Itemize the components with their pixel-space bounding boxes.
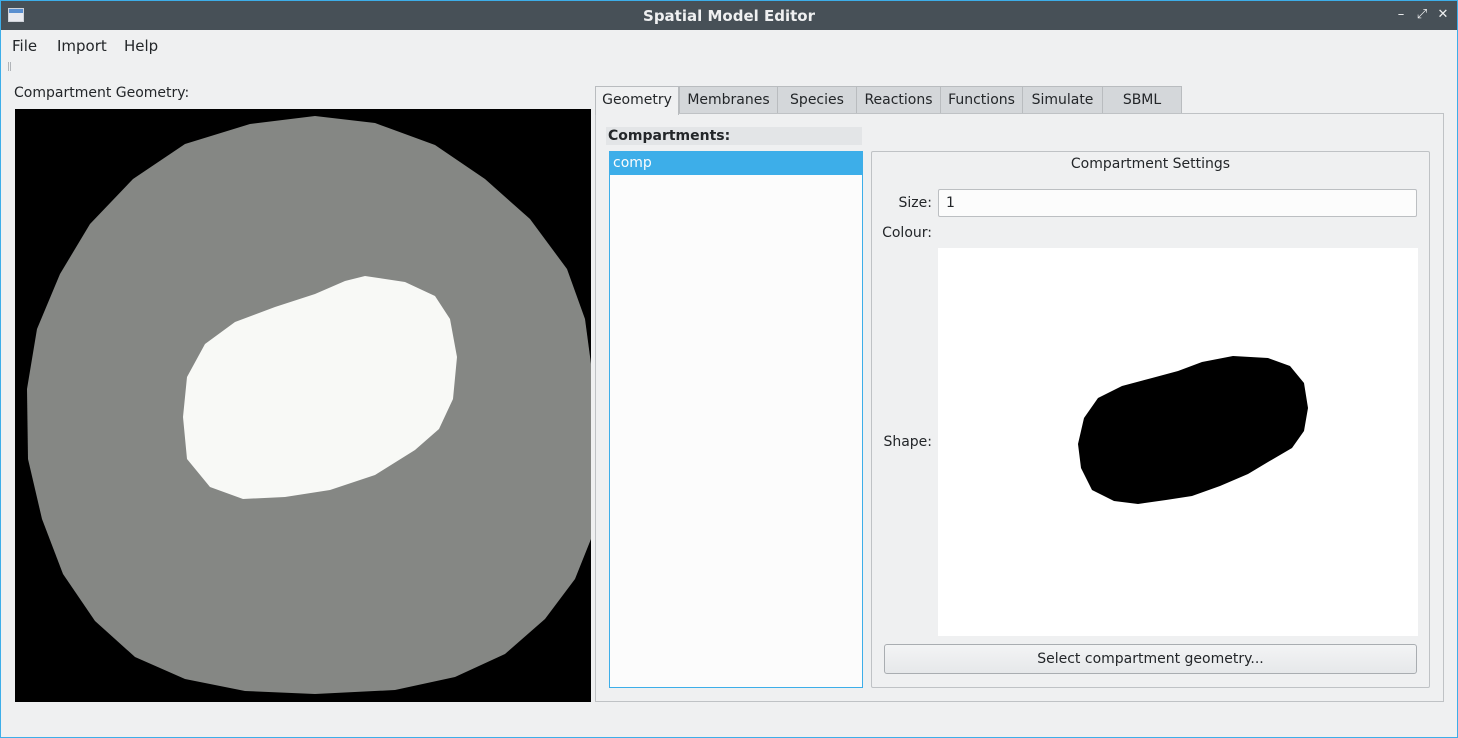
colour-swatch[interactable]	[938, 225, 1418, 245]
minimize-icon[interactable]: –	[1393, 6, 1409, 24]
compartments-header: Compartments:	[606, 127, 862, 145]
menu-help[interactable]: Help	[124, 37, 158, 55]
window-title: Spatial Model Editor	[643, 7, 815, 25]
list-item-comp[interactable]: comp	[610, 152, 862, 175]
tab-simulate[interactable]: Simulate	[1022, 86, 1103, 113]
tab-reactions[interactable]: Reactions	[856, 86, 941, 113]
tab-membranes[interactable]: Membranes	[679, 86, 778, 113]
menu-import[interactable]: Import	[57, 37, 107, 55]
menu-file[interactable]: File	[12, 37, 37, 55]
compartments-list[interactable]: comp	[609, 151, 863, 688]
tab-functions[interactable]: Functions	[940, 86, 1023, 113]
select-compartment-geometry-button[interactable]: Select compartment geometry...	[884, 644, 1417, 674]
compartment-shape	[1078, 356, 1308, 504]
compartment-geometry-label: Compartment Geometry:	[14, 85, 190, 101]
tab-sbml[interactable]: SBML	[1102, 86, 1182, 113]
restore-icon[interactable]: ⤢	[1414, 6, 1430, 24]
tab-geometry[interactable]: Geometry	[595, 86, 679, 115]
compartment-settings-title: Compartment Settings	[1070, 156, 1231, 172]
main-window: Spatial Model Editor – ⤢ ✕ File Import H…	[0, 0, 1458, 738]
menu-bar: File Import Help	[1, 30, 1457, 60]
title-bar[interactable]: Spatial Model Editor – ⤢ ✕	[1, 1, 1457, 30]
size-input[interactable]: 1	[938, 189, 1417, 217]
colour-label: Colour:	[882, 225, 932, 241]
compartment-shape-image	[938, 248, 1418, 636]
shape-label: Shape:	[883, 434, 932, 450]
close-icon[interactable]: ✕	[1435, 6, 1451, 24]
tab-species[interactable]: Species	[777, 86, 857, 113]
geometry-image[interactable]	[15, 109, 591, 702]
toolbar-grip[interactable]	[8, 62, 11, 71]
size-label: Size:	[898, 195, 932, 211]
